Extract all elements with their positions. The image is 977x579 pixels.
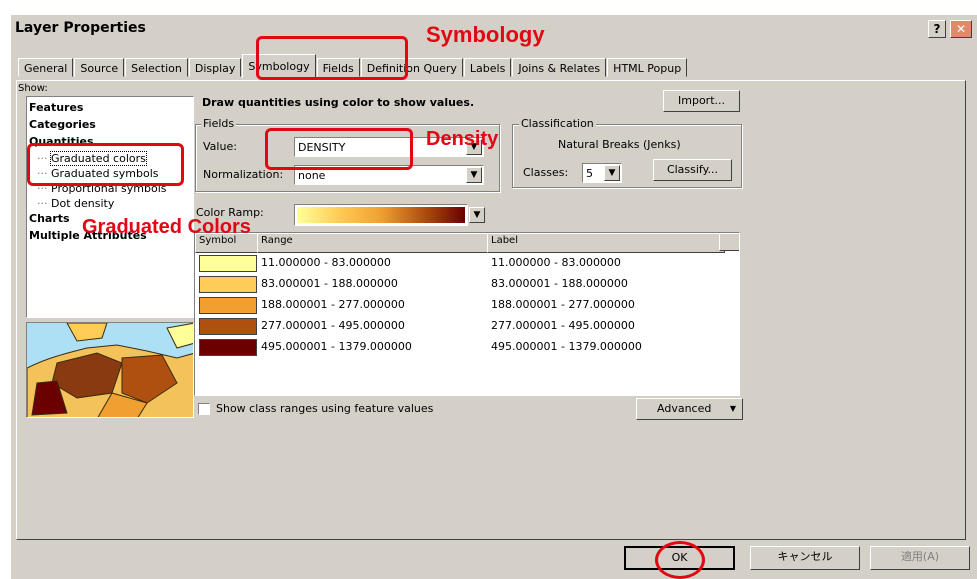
tab-source[interactable]: Source [74, 58, 125, 77]
graduated-colors-annotation: Graduated Colors [82, 216, 251, 238]
tab-general[interactable]: General [18, 58, 74, 77]
import-button[interactable]: Import... [663, 90, 740, 112]
class-label[interactable]: 83.000001 - 188.000000 [491, 277, 628, 290]
map-preview [26, 322, 194, 418]
class-label[interactable]: 188.000001 - 277.000000 [491, 298, 635, 311]
class-symbol-swatch[interactable] [199, 339, 257, 356]
africa-map-thumbnail [27, 323, 193, 417]
color-ramp-dropdown-arrow[interactable]: ▼ [469, 207, 485, 223]
close-button[interactable]: ✕ [950, 20, 972, 38]
classes-label: Classes: [523, 166, 569, 179]
density-annotation: Density [426, 128, 499, 150]
normalization-dropdown-arrow[interactable]: ▼ [466, 167, 482, 183]
class-symbol-swatch[interactable] [199, 318, 257, 335]
show-class-ranges-label: Show class ranges using feature values [216, 402, 434, 415]
dialog-title: Layer Properties [15, 20, 146, 36]
color-ramp-gradient [297, 207, 465, 223]
show-item-label: Dot density [51, 197, 115, 210]
class-range[interactable]: 277.000001 - 495.000000 [261, 319, 405, 332]
show-item-label: Categories [29, 118, 96, 131]
class-symbol-swatch[interactable] [199, 255, 257, 272]
header-label[interactable]: Label [487, 233, 725, 253]
show-class-ranges-checkbox[interactable] [198, 403, 210, 415]
table-row[interactable]: 83.000001 - 188.000000 83.000001 - 188.00… [195, 274, 739, 295]
class-range[interactable]: 83.000001 - 188.000000 [261, 277, 398, 290]
advanced-button[interactable]: Advanced ▼ [636, 398, 743, 420]
table-row[interactable]: 188.000001 - 277.000000 188.000001 - 277.… [195, 295, 739, 316]
class-label[interactable]: 11.000000 - 83.000000 [491, 256, 621, 269]
classification-method: Natural Breaks (Jenks) [558, 138, 681, 151]
symbology-highlight-box [256, 36, 408, 80]
table-row[interactable]: 495.000001 - 1379.000000 495.000001 - 137… [195, 337, 739, 358]
show-item-label: Features [29, 101, 84, 114]
normalization-selected: none [298, 169, 326, 182]
description-text: Draw quantities using color to show valu… [202, 96, 475, 109]
graduated-colors-highlight-box [27, 143, 184, 186]
header-extra [719, 233, 739, 251]
class-range[interactable]: 495.000001 - 1379.000000 [261, 340, 412, 353]
tab-labels[interactable]: Labels [463, 58, 512, 77]
table-row[interactable]: 11.000000 - 83.000000 11.000000 - 83.0000… [195, 253, 739, 274]
class-range[interactable]: 11.000000 - 83.000000 [261, 256, 391, 269]
value-label: Value: [203, 140, 237, 153]
advanced-arrow-icon: ▼ [729, 404, 736, 413]
class-range[interactable]: 188.000001 - 277.000000 [261, 298, 405, 311]
show-label: Show: [18, 83, 48, 94]
tree-connector: ··· [37, 197, 51, 210]
class-symbol-swatch[interactable] [199, 276, 257, 293]
class-label[interactable]: 277.000001 - 495.000000 [491, 319, 635, 332]
classify-button[interactable]: Classify... [653, 159, 732, 181]
density-highlight-box [265, 128, 413, 170]
advanced-label: Advanced [657, 402, 712, 415]
show-item-charts[interactable]: Charts [29, 212, 70, 225]
header-range[interactable]: Range [257, 233, 493, 253]
fields-group-label: Fields [201, 117, 237, 130]
classes-selected: 5 [586, 167, 593, 180]
class-symbol-swatch[interactable] [199, 297, 257, 314]
cancel-button[interactable]: キャンセル [750, 546, 860, 570]
close-icon: ✕ [955, 22, 967, 36]
symbology-annotation: Symbology [426, 22, 545, 47]
classification-group-label: Classification [519, 117, 596, 130]
show-item-label: Charts [29, 212, 70, 225]
tab-html-popup[interactable]: HTML Popup [607, 58, 688, 77]
class-table[interactable]: Symbol Range Label 11.000000 - 83.000000… [194, 232, 740, 396]
table-row[interactable]: 277.000001 - 495.000000 277.000001 - 495.… [195, 316, 739, 337]
class-label[interactable]: 495.000001 - 1379.000000 [491, 340, 642, 353]
apply-button[interactable]: 適用(A) [870, 546, 970, 570]
tab-display[interactable]: Display [188, 58, 242, 77]
show-item-features[interactable]: Features [29, 101, 83, 114]
tab-joins-relates[interactable]: Joins & Relates [512, 58, 607, 77]
classes-dropdown-arrow[interactable]: ▼ [604, 165, 620, 181]
show-item-dot-density[interactable]: ··· Dot density [37, 197, 114, 210]
color-ramp-dropdown[interactable] [294, 204, 468, 226]
tab-selection[interactable]: Selection [125, 58, 188, 77]
help-button[interactable]: ? [928, 20, 946, 38]
show-item-categories[interactable]: Categories [29, 118, 96, 131]
ok-highlight-circle [655, 541, 705, 579]
show-tree[interactable]: Features Categories Quantities ··· Graduate… [26, 96, 194, 318]
